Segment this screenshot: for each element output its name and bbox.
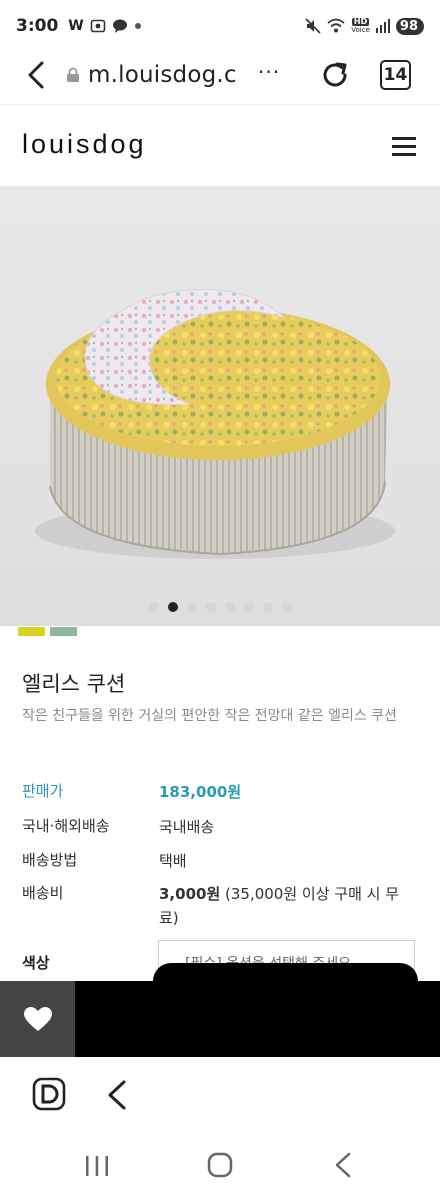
carousel-dot[interactable] xyxy=(148,602,159,612)
shipping-region-value: 국내배송 xyxy=(159,818,215,836)
price-label: 판매가 xyxy=(22,782,64,800)
shipping-method-label: 배송방법 xyxy=(22,851,78,869)
hd-voice-icon: HD Voice xyxy=(351,17,370,35)
system-nav-bar xyxy=(0,1132,440,1200)
tab-count-button[interactable]: 14 xyxy=(380,60,411,90)
carousel-dot[interactable] xyxy=(243,602,254,612)
hd-voice-hd: HD xyxy=(351,17,370,26)
reload-icon[interactable] xyxy=(318,58,352,92)
shipping-fee-amount: 3,000원 xyxy=(159,885,221,903)
swatch-green[interactable] xyxy=(50,627,77,636)
nav-back-icon[interactable] xyxy=(332,1152,354,1178)
more-options-icon[interactable]: ··· xyxy=(258,60,280,84)
carousel-dot[interactable] xyxy=(281,602,292,612)
site-header: louisdog xyxy=(0,104,440,186)
status-bar: 3:00 W HD Voice 98 xyxy=(0,0,440,52)
color-swatches xyxy=(18,627,77,636)
shipping-region-label: 국내·해외배송 xyxy=(22,817,110,835)
status-time: 3:00 xyxy=(16,16,59,36)
url-field[interactable]: m.louisdog.c xyxy=(66,60,237,90)
carousel-dot[interactable] xyxy=(205,602,216,612)
browser-bottom-toolbar xyxy=(0,1057,440,1132)
product-name: 엘리스 쿠션 xyxy=(22,672,126,696)
shipping-fee-value: 3,000원 (35,000원 이상 구매 시 무료) xyxy=(159,882,409,930)
battery-indicator: 98 xyxy=(395,17,424,35)
w-app-icon: W xyxy=(68,18,84,34)
toolbar-back-icon[interactable] xyxy=(104,1079,130,1111)
carousel-dot[interactable] xyxy=(262,602,273,612)
carousel-dots xyxy=(0,602,440,612)
d-app-icon[interactable] xyxy=(32,1077,66,1111)
browser-address-bar: m.louisdog.c ··· 14 xyxy=(0,52,440,98)
talk-icon xyxy=(112,19,127,33)
status-right-icons: HD Voice 98 xyxy=(305,17,424,35)
color-option-label: 색상 xyxy=(22,954,50,972)
brand-logo[interactable]: louisdog xyxy=(22,129,147,160)
carousel-dot[interactable] xyxy=(167,602,178,612)
url-text: m.louisdog.c xyxy=(88,62,237,88)
photo-icon xyxy=(90,19,106,33)
carousel-dot[interactable] xyxy=(224,602,235,612)
menu-icon[interactable] xyxy=(392,137,416,157)
wifi-icon xyxy=(327,18,345,33)
shipping-method-value: 택배 xyxy=(159,852,187,870)
lock-icon xyxy=(67,67,79,82)
mute-icon xyxy=(305,18,321,34)
heart-icon xyxy=(23,1006,52,1031)
product-description: 작은 친구들을 위한 거실의 편안한 작은 전망대 같은 엘리스 쿠션 xyxy=(22,708,397,724)
recent-apps-icon[interactable] xyxy=(84,1154,110,1178)
wishlist-button[interactable] xyxy=(0,981,75,1057)
product-image[interactable] xyxy=(0,186,440,626)
cushion-illustration xyxy=(35,289,395,559)
notification-dot-icon xyxy=(134,23,141,29)
status-left-icons: W xyxy=(68,18,141,34)
swatch-yellow[interactable] xyxy=(18,627,45,636)
shipping-fee-label: 배송비 xyxy=(22,884,64,902)
signal-icon xyxy=(375,19,390,33)
back-arrow-icon[interactable] xyxy=(22,60,52,90)
carousel-dot[interactable] xyxy=(186,602,197,612)
hd-voice-voice: Voice xyxy=(351,26,370,34)
price-value: 183,000원 xyxy=(159,783,242,801)
home-icon[interactable] xyxy=(207,1152,233,1178)
